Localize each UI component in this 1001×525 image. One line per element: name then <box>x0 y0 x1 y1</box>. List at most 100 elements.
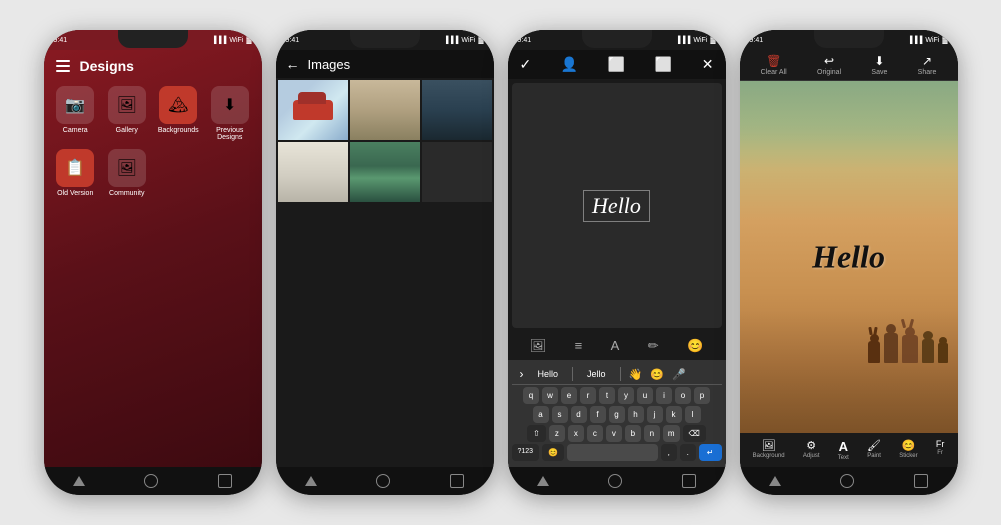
paste-icon[interactable]: ⬜ <box>655 56 672 73</box>
back-nav-2[interactable] <box>305 476 317 486</box>
keyboard-suggestions: › Hello Jello 👋 😊 🎤 <box>512 364 722 385</box>
key-o[interactable]: o <box>675 387 691 404</box>
battery-icon-4: ▓ <box>942 37 947 44</box>
back-nav[interactable] <box>73 476 85 486</box>
key-e[interactable]: e <box>561 387 577 404</box>
emoji-tool-icon[interactable]: 😊 <box>687 338 703 354</box>
previous-designs-item[interactable]: ⬇ Previous Designs <box>206 86 254 141</box>
share-item[interactable]: ↗ Share <box>918 54 937 76</box>
paint-tool-icon[interactable]: ✏ <box>648 338 659 354</box>
copy-icon[interactable]: ⬜ <box>608 56 625 73</box>
key-space[interactable] <box>567 444 658 461</box>
back-arrow-icon[interactable]: ← <box>286 56 300 72</box>
status-bar-3: 9:41 ▐▐▐ WiFi ▓ <box>508 30 726 50</box>
close-icon[interactable]: ✕ <box>702 56 714 73</box>
suggestion-jello[interactable]: Jello <box>581 369 612 379</box>
recents-nav-2[interactable] <box>450 474 464 488</box>
home-nav-3[interactable] <box>608 474 622 488</box>
clear-all-label: Clear All <box>761 69 787 76</box>
key-numbers[interactable]: ?123 <box>512 444 540 461</box>
key-c[interactable]: c <box>587 425 603 442</box>
key-w[interactable]: w <box>542 387 558 404</box>
suggestion-mic[interactable]: 🎤 <box>672 368 686 381</box>
back-nav-3[interactable] <box>537 476 549 486</box>
clear-all-item[interactable]: 🗑 Clear All <box>761 54 787 76</box>
backgrounds-label: Backgrounds <box>158 127 199 134</box>
key-comma[interactable]: , <box>661 444 677 461</box>
original-item[interactable]: ↩ Original <box>817 54 841 76</box>
sticker-tool[interactable]: 😊 Sticker <box>899 439 917 461</box>
key-backspace[interactable]: ⌫ <box>683 425 706 442</box>
fr-tool[interactable]: Fr Fr <box>936 439 945 461</box>
key-t[interactable]: t <box>599 387 615 404</box>
suggestions-arrow[interactable]: › <box>520 367 524 381</box>
text-tool-icon[interactable]: ≡ <box>575 338 583 354</box>
key-i[interactable]: i <box>656 387 672 404</box>
secondary-grid: 📋 Old Version 🖼 Community <box>44 147 262 199</box>
key-period[interactable]: . <box>680 444 696 461</box>
paint-tool-icon-4: 🖌 <box>867 439 881 452</box>
text-tool[interactable]: A Text <box>838 439 849 461</box>
key-shift[interactable]: ⇧ <box>527 425 546 442</box>
key-enter[interactable]: ↵ <box>699 444 722 461</box>
adjust-tool[interactable]: ⚙ Adjust <box>803 439 820 461</box>
paint-tool[interactable]: 🖌 Paint <box>867 439 881 461</box>
person-icon[interactable]: 👤 <box>561 56 578 73</box>
image-boat[interactable] <box>422 80 492 140</box>
menu-icon[interactable] <box>56 60 70 72</box>
image-chair[interactable] <box>278 142 348 202</box>
image-tool-icon[interactable]: 🖼 <box>530 338 547 354</box>
save-item[interactable]: ⬇ Save <box>871 54 887 76</box>
image-forest[interactable] <box>350 80 420 140</box>
key-emoji[interactable]: 😊 <box>542 444 564 461</box>
community-item[interactable]: 🖼 Community <box>103 149 151 197</box>
image-dark[interactable] <box>422 142 492 202</box>
key-m[interactable]: m <box>663 425 680 442</box>
canvas-text: Hello <box>583 190 650 222</box>
key-a[interactable]: a <box>533 406 549 423</box>
image-waterfall[interactable] <box>350 142 420 202</box>
community-label: Community <box>109 190 144 197</box>
key-n[interactable]: n <box>644 425 660 442</box>
key-j[interactable]: j <box>647 406 663 423</box>
home-nav-4[interactable] <box>840 474 854 488</box>
home-nav[interactable] <box>144 474 158 488</box>
font-tool-icon[interactable]: A <box>611 338 620 354</box>
key-u[interactable]: u <box>637 387 653 404</box>
home-nav-2[interactable] <box>376 474 390 488</box>
key-b[interactable]: b <box>625 425 641 442</box>
key-p[interactable]: p <box>694 387 710 404</box>
key-k[interactable]: k <box>666 406 682 423</box>
fr-tool-icon: Fr <box>936 439 945 449</box>
suggestion-happy[interactable]: 😊 <box>650 368 664 381</box>
wifi-icon-2: WiFi <box>461 37 475 44</box>
key-d[interactable]: d <box>571 406 587 423</box>
page-title: Designs <box>80 58 134 74</box>
recents-nav-4[interactable] <box>914 474 928 488</box>
key-y[interactable]: y <box>618 387 634 404</box>
key-l[interactable]: l <box>685 406 701 423</box>
key-s[interactable]: s <box>552 406 568 423</box>
key-x[interactable]: x <box>568 425 584 442</box>
key-g[interactable]: g <box>609 406 625 423</box>
check-icon[interactable]: ✓ <box>520 56 532 73</box>
suggestion-wave[interactable]: 👋 <box>629 368 643 381</box>
key-q[interactable]: q <box>523 387 539 404</box>
image-car[interactable] <box>278 80 348 140</box>
car-shape <box>293 100 333 120</box>
camera-item[interactable]: 📷 Camera <box>52 86 100 141</box>
background-tool[interactable]: 🖼 Background <box>753 439 785 461</box>
recents-nav[interactable] <box>218 474 232 488</box>
backgrounds-item[interactable]: 🏔 Backgrounds <box>155 86 203 141</box>
key-h[interactable]: h <box>628 406 644 423</box>
recents-nav-3[interactable] <box>682 474 696 488</box>
suggestion-hello[interactable]: Hello <box>532 369 565 379</box>
key-r[interactable]: r <box>580 387 596 404</box>
key-z[interactable]: z <box>549 425 565 442</box>
gallery-item[interactable]: 🖼 Gallery <box>103 86 151 141</box>
key-f[interactable]: f <box>590 406 606 423</box>
text-canvas[interactable]: Hello <box>512 83 722 328</box>
old-version-item[interactable]: 📋 Old Version <box>52 149 100 197</box>
key-v[interactable]: v <box>606 425 622 442</box>
back-nav-4[interactable] <box>769 476 781 486</box>
